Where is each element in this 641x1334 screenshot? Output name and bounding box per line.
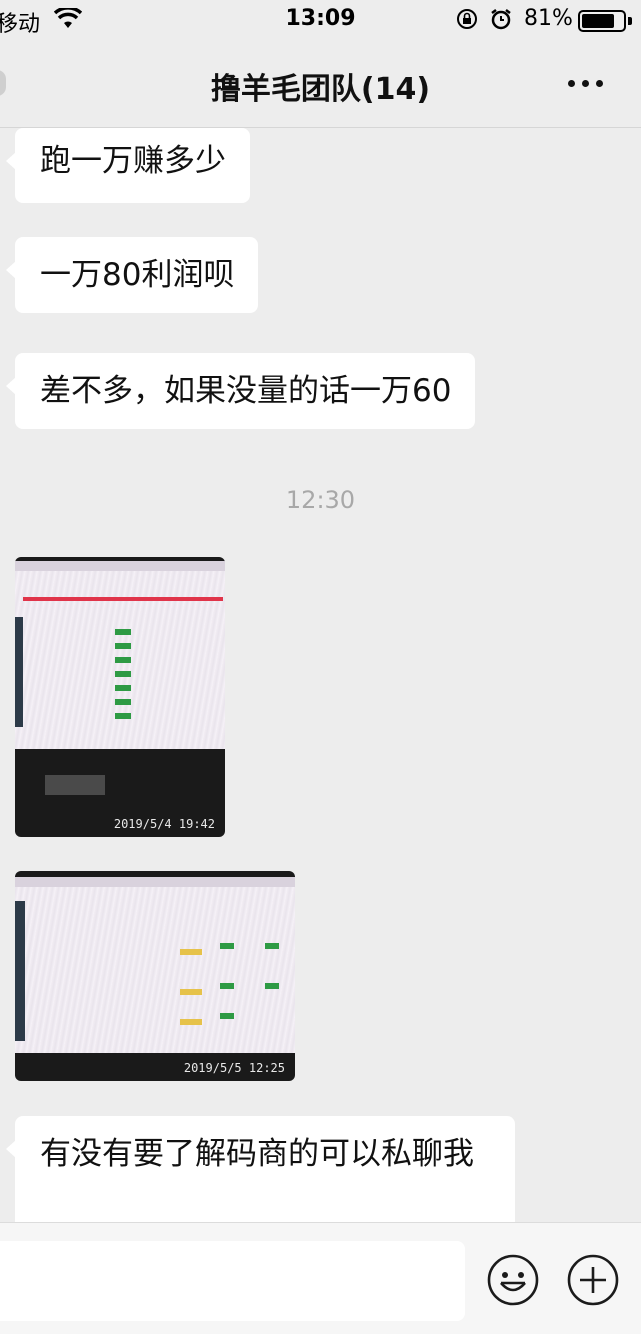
image-message[interactable]: 2019/5/4 19:42 [15,557,225,837]
photo-row [115,657,131,663]
photo-row [115,671,131,677]
message-text: 差不多，如果没量的话一万60 [40,373,452,409]
photo-sidebar [15,901,25,1041]
photo-row [220,983,234,989]
more-icon[interactable] [566,80,606,88]
photo-row [115,643,131,649]
photo-red-line [23,597,223,601]
message-bubble[interactable]: 一万80利润呗 [5,237,259,313]
photo-row [115,685,131,691]
photo-row [265,983,279,989]
photo-sidebar [15,617,23,727]
photo-timestamp: 2019/5/4 19:42 [113,817,215,831]
photo-toolbar [15,877,295,887]
photo-row [220,1013,234,1019]
message-timestamp: 12:30 [285,486,356,514]
message-input[interactable] [0,1241,465,1321]
photo-row [265,943,279,949]
message-bubble[interactable]: 有没有要了解码商的可以私聊我 [6,1116,515,1234]
photo-timestamp: 2019/5/5 12:25 [183,1061,285,1075]
battery-percentage: 81% [524,6,573,31]
battery-icon [578,10,626,32]
photo-toolbar [15,561,225,571]
photo-row [180,989,202,995]
photo-row [180,949,202,955]
battery-tip [628,17,632,25]
status-bar: 移动 13:09 81% [0,0,641,40]
battery-level-fill [582,14,614,28]
message-text: 一万80利润呗 [40,257,235,293]
photo-screen-content [15,877,295,1053]
photo-row [115,699,131,705]
chat-title: 撸羊毛团队(14) [210,72,431,107]
photo-object [45,775,105,795]
emoji-icon[interactable] [486,1253,540,1307]
message-bubble[interactable]: 差不多，如果没量的话一万60 [5,353,476,429]
chat-header: 撸羊毛团队(14) [0,40,641,128]
orientation-lock-icon [457,9,477,29]
message-text: 跑一万赚多少 [40,143,226,179]
input-bar [0,1222,641,1334]
alarm-icon [491,9,511,30]
plus-icon[interactable] [566,1253,620,1307]
photo-row [115,713,131,719]
photo-screen-content [15,561,225,749]
message-text: 有没有要了解码商的可以私聊我 [40,1136,474,1172]
photo-row [115,629,131,635]
message-bubble[interactable]: 跑一万赚多少 [6,128,250,203]
image-message[interactable]: 2019/5/5 12:25 [15,871,295,1081]
photo-row [180,1019,202,1025]
photo-row [220,943,234,949]
